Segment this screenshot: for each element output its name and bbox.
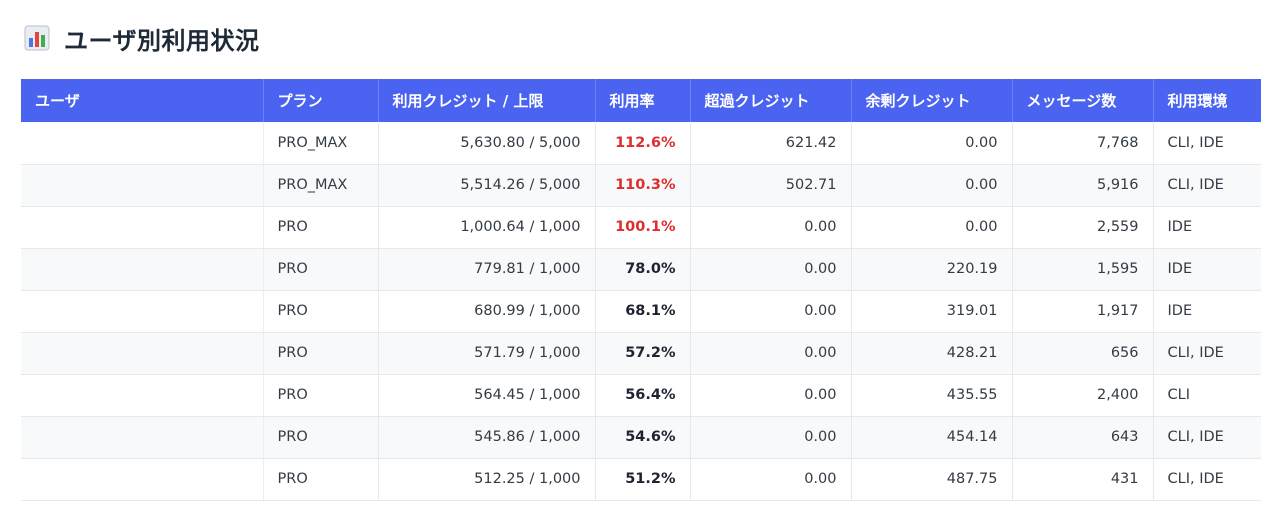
cell-surplus: 0.00 (851, 122, 1013, 165)
cell-plan: PRO (263, 374, 379, 417)
cell-user (21, 332, 264, 375)
cell-plan: PRO (263, 416, 379, 459)
cell-excess: 502.71 (690, 164, 852, 207)
cell-excess: 0.00 (690, 290, 852, 333)
cell-messages: 431 (1012, 458, 1154, 501)
cell-surplus: 487.75 (851, 458, 1013, 501)
cell-rate: 112.6% (595, 122, 691, 165)
cell-excess: 0.00 (690, 206, 852, 249)
cell-user (21, 122, 264, 165)
cell-credits: 1,000.64 / 1,000 (378, 206, 596, 249)
cell-surplus: 0.00 (851, 206, 1013, 249)
column-header-user: ユーザ (21, 79, 264, 122)
cell-plan: PRO (263, 458, 379, 501)
cell-plan: PRO (263, 332, 379, 375)
column-header-plan: プラン (263, 79, 379, 122)
cell-user (21, 206, 264, 249)
cell-messages: 2,559 (1012, 206, 1154, 249)
table-row: PRO 680.99 / 1,000 68.1% 0.00 319.01 1,9… (21, 290, 1261, 333)
cell-excess: 0.00 (690, 416, 852, 459)
table-row: PRO_MAX 5,630.80 / 5,000 112.6% 621.42 0… (21, 122, 1261, 165)
cell-surplus: 319.01 (851, 290, 1013, 333)
cell-env: CLI, IDE (1153, 122, 1261, 165)
column-header-excess: 超過クレジット (690, 79, 852, 122)
cell-plan: PRO (263, 206, 379, 249)
cell-credits: 680.99 / 1,000 (378, 290, 596, 333)
cell-user (21, 458, 264, 501)
cell-excess: 0.00 (690, 458, 852, 501)
cell-env: IDE (1153, 206, 1261, 249)
cell-rate: 68.1% (595, 290, 691, 333)
cell-env: CLI, IDE (1153, 458, 1261, 501)
cell-env: CLI, IDE (1153, 164, 1261, 207)
table-row: PRO 571.79 / 1,000 57.2% 0.00 428.21 656… (21, 332, 1261, 375)
cell-env: CLI (1153, 374, 1261, 417)
column-header-messages: メッセージ数 (1012, 79, 1154, 122)
cell-credits: 545.86 / 1,000 (378, 416, 596, 459)
cell-user (21, 290, 264, 333)
cell-messages: 5,916 (1012, 164, 1154, 207)
cell-env: IDE (1153, 290, 1261, 333)
table-row: PRO 779.81 / 1,000 78.0% 0.00 220.19 1,5… (21, 248, 1261, 291)
cell-plan: PRO_MAX (263, 122, 379, 165)
cell-rate: 56.4% (595, 374, 691, 417)
cell-messages: 7,768 (1012, 122, 1154, 165)
cell-rate: 54.6% (595, 416, 691, 459)
cell-env: CLI, IDE (1153, 332, 1261, 375)
cell-credits: 564.45 / 1,000 (378, 374, 596, 417)
cell-excess: 621.42 (690, 122, 852, 165)
table-header-row: ユーザ プラン 利用クレジット / 上限 利用率 超過クレジット 余剰クレジット… (21, 79, 1261, 122)
cell-user (21, 374, 264, 417)
column-header-env: 利用環境 (1153, 79, 1261, 122)
cell-credits: 571.79 / 1,000 (378, 332, 596, 375)
usage-table: ユーザ プラン 利用クレジット / 上限 利用率 超過クレジット 余剰クレジット… (21, 79, 1261, 501)
cell-surplus: 220.19 (851, 248, 1013, 291)
cell-plan: PRO_MAX (263, 164, 379, 207)
cell-rate: 100.1% (595, 206, 691, 249)
column-header-rate: 利用率 (595, 79, 691, 122)
cell-plan: PRO (263, 248, 379, 291)
cell-user (21, 248, 264, 291)
title-row: ユーザ別利用状況 (24, 18, 260, 58)
page-title: ユーザ別利用状況 (64, 26, 260, 55)
cell-messages: 656 (1012, 332, 1154, 375)
cell-rate: 57.2% (595, 332, 691, 375)
table-row: PRO_MAX 5,514.26 / 5,000 110.3% 502.71 0… (21, 164, 1261, 207)
cell-rate: 78.0% (595, 248, 691, 291)
cell-credits: 5,630.80 / 5,000 (378, 122, 596, 165)
table-row: PRO 564.45 / 1,000 56.4% 0.00 435.55 2,4… (21, 374, 1261, 417)
cell-plan: PRO (263, 290, 379, 333)
cell-env: IDE (1153, 248, 1261, 291)
cell-messages: 1,595 (1012, 248, 1154, 291)
cell-user (21, 416, 264, 459)
cell-messages: 2,400 (1012, 374, 1154, 417)
cell-credits: 512.25 / 1,000 (378, 458, 596, 501)
cell-rate: 110.3% (595, 164, 691, 207)
bar-chart-icon (24, 25, 50, 51)
cell-credits: 5,514.26 / 5,000 (378, 164, 596, 207)
column-header-surplus: 余剰クレジット (851, 79, 1013, 122)
cell-excess: 0.00 (690, 248, 852, 291)
cell-env: CLI, IDE (1153, 416, 1261, 459)
cell-excess: 0.00 (690, 332, 852, 375)
cell-credits: 779.81 / 1,000 (378, 248, 596, 291)
cell-surplus: 454.14 (851, 416, 1013, 459)
cell-messages: 643 (1012, 416, 1154, 459)
table-row: PRO 1,000.64 / 1,000 100.1% 0.00 0.00 2,… (21, 206, 1261, 249)
cell-excess: 0.00 (690, 374, 852, 417)
cell-messages: 1,917 (1012, 290, 1154, 333)
cell-surplus: 428.21 (851, 332, 1013, 375)
cell-surplus: 0.00 (851, 164, 1013, 207)
column-header-credits: 利用クレジット / 上限 (378, 79, 596, 122)
cell-user (21, 164, 264, 207)
table-row: PRO 512.25 / 1,000 51.2% 0.00 487.75 431… (21, 458, 1261, 501)
table-row: PRO 545.86 / 1,000 54.6% 0.00 454.14 643… (21, 416, 1261, 459)
usage-report-page: ユーザ別利用状況 ユーザ プラン 利用クレジット / 上限 利用率 超過クレジッ… (0, 0, 1280, 510)
cell-rate: 51.2% (595, 458, 691, 501)
cell-surplus: 435.55 (851, 374, 1013, 417)
